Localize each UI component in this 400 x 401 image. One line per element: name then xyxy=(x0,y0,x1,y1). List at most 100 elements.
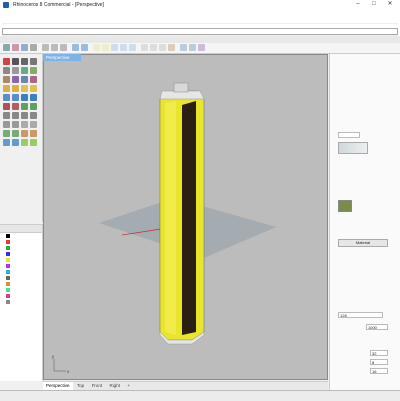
surface-icon[interactable] xyxy=(3,85,10,92)
status-bar xyxy=(0,390,400,401)
drafting-icon[interactable] xyxy=(30,139,37,146)
quality-value-128[interactable]: 128 xyxy=(338,312,383,318)
dimension-icon[interactable] xyxy=(21,130,28,137)
bounce-value-32[interactable]: 32 xyxy=(370,350,388,356)
scale-icon[interactable] xyxy=(30,112,37,119)
undo-icon[interactable] xyxy=(72,44,79,51)
paste-icon[interactable] xyxy=(60,44,67,51)
layer-color-swatch[interactable] xyxy=(6,288,10,292)
layer-color-swatch[interactable] xyxy=(6,234,10,238)
rendered-icon[interactable] xyxy=(168,44,175,51)
arc-icon[interactable] xyxy=(12,67,19,74)
cut-icon[interactable] xyxy=(42,44,49,51)
tab-perspective[interactable]: Perspective xyxy=(43,382,73,390)
line-icon[interactable] xyxy=(21,58,28,65)
ellipse-icon[interactable] xyxy=(30,67,37,74)
material-preview-button[interactable]: Material xyxy=(338,239,388,247)
layer-color-swatch[interactable] xyxy=(6,300,10,304)
render-icon[interactable] xyxy=(21,139,28,146)
split-icon[interactable] xyxy=(30,121,37,128)
select-icon[interactable] xyxy=(3,58,10,65)
boolean-union-icon[interactable] xyxy=(3,103,10,110)
bounce-value-8[interactable]: 8 xyxy=(370,359,388,365)
bounce-value-16[interactable]: 16 xyxy=(370,368,388,374)
layer-icon[interactable] xyxy=(180,44,187,51)
rectangle-icon[interactable] xyxy=(3,76,10,83)
sweep-icon[interactable] xyxy=(21,85,28,92)
layer-color-swatch[interactable] xyxy=(6,294,10,298)
tab-top[interactable]: Top xyxy=(74,382,87,390)
new-file-icon[interactable] xyxy=(3,44,10,51)
loft-icon[interactable] xyxy=(12,85,19,92)
options-icon[interactable] xyxy=(198,44,205,51)
pan-icon[interactable] xyxy=(93,44,100,51)
layer-row[interactable] xyxy=(0,299,42,305)
shaded-icon[interactable] xyxy=(159,44,166,51)
viewport-title-tab[interactable]: Perspective xyxy=(43,54,81,61)
minimize-button[interactable]: – xyxy=(350,0,366,9)
explode-icon[interactable] xyxy=(12,130,19,137)
zoom-icon[interactable] xyxy=(111,44,118,51)
subd-icon[interactable] xyxy=(30,103,37,110)
point-icon[interactable] xyxy=(12,58,19,65)
layers-header xyxy=(0,225,42,233)
layer-color-swatch[interactable] xyxy=(6,258,10,262)
redo-icon[interactable] xyxy=(81,44,88,51)
array-icon[interactable] xyxy=(12,121,19,128)
command-input[interactable] xyxy=(2,28,398,35)
cylinder-icon[interactable] xyxy=(12,94,19,101)
wireframe-icon[interactable] xyxy=(150,44,157,51)
boolean-difference-icon[interactable] xyxy=(12,103,19,110)
open-file-icon[interactable] xyxy=(12,44,19,51)
layer-color-swatch[interactable] xyxy=(6,282,10,286)
samples-value-1000[interactable]: 1000 xyxy=(366,324,388,330)
backdrop-color-swatch[interactable] xyxy=(338,142,368,154)
layer-color-swatch[interactable] xyxy=(6,246,10,250)
properties-field[interactable] xyxy=(338,132,360,138)
rotate-view-icon[interactable] xyxy=(102,44,109,51)
text-icon[interactable] xyxy=(30,130,37,137)
save-icon[interactable] xyxy=(21,44,28,51)
analyze-icon[interactable] xyxy=(12,139,19,146)
layer-color-swatch[interactable] xyxy=(6,270,10,274)
close-button[interactable]: ✕ xyxy=(382,0,398,9)
polygon-icon[interactable] xyxy=(12,76,19,83)
print-icon[interactable] xyxy=(30,44,37,51)
tab-right[interactable]: Right xyxy=(106,382,123,390)
layer-color-swatch[interactable] xyxy=(6,240,10,244)
zoom-window-icon[interactable] xyxy=(120,44,127,51)
copy-object-icon[interactable] xyxy=(12,112,19,119)
revolve-icon[interactable] xyxy=(30,85,37,92)
join-icon[interactable] xyxy=(3,130,10,137)
box-icon[interactable] xyxy=(3,94,10,101)
copy-icon[interactable] xyxy=(51,44,58,51)
transform-icon[interactable] xyxy=(3,139,10,146)
mirror-icon[interactable] xyxy=(3,121,10,128)
maximize-button[interactable]: □ xyxy=(366,0,382,9)
curve-icon[interactable] xyxy=(3,67,10,74)
circle-icon[interactable] xyxy=(21,67,28,74)
move-icon[interactable] xyxy=(3,112,10,119)
add-view-tab[interactable]: + xyxy=(124,382,133,390)
fillet-icon[interactable] xyxy=(30,76,37,83)
tab-front[interactable]: Front xyxy=(89,382,106,390)
axis-label-x: x xyxy=(67,369,70,374)
zoom-extents-icon[interactable] xyxy=(129,44,136,51)
menu-bar xyxy=(0,9,400,17)
trim-icon[interactable] xyxy=(21,121,28,128)
cone-icon[interactable] xyxy=(30,94,37,101)
properties-icon[interactable] xyxy=(189,44,196,51)
four-view-icon[interactable] xyxy=(141,44,148,51)
polyline-icon[interactable] xyxy=(30,58,37,65)
rotate-icon[interactable] xyxy=(21,112,28,119)
layer-color-swatch[interactable] xyxy=(6,252,10,256)
perspective-viewport[interactable]: x y xyxy=(43,54,328,380)
side-strip xyxy=(165,101,176,335)
layer-color-swatch[interactable] xyxy=(6,276,10,280)
layer-color-swatch[interactable] xyxy=(6,264,10,268)
sphere-icon[interactable] xyxy=(21,94,28,101)
freeform-icon[interactable] xyxy=(21,76,28,83)
dark-strip xyxy=(182,101,196,335)
axis-label-y: y xyxy=(52,354,55,359)
mesh-icon[interactable] xyxy=(21,103,28,110)
